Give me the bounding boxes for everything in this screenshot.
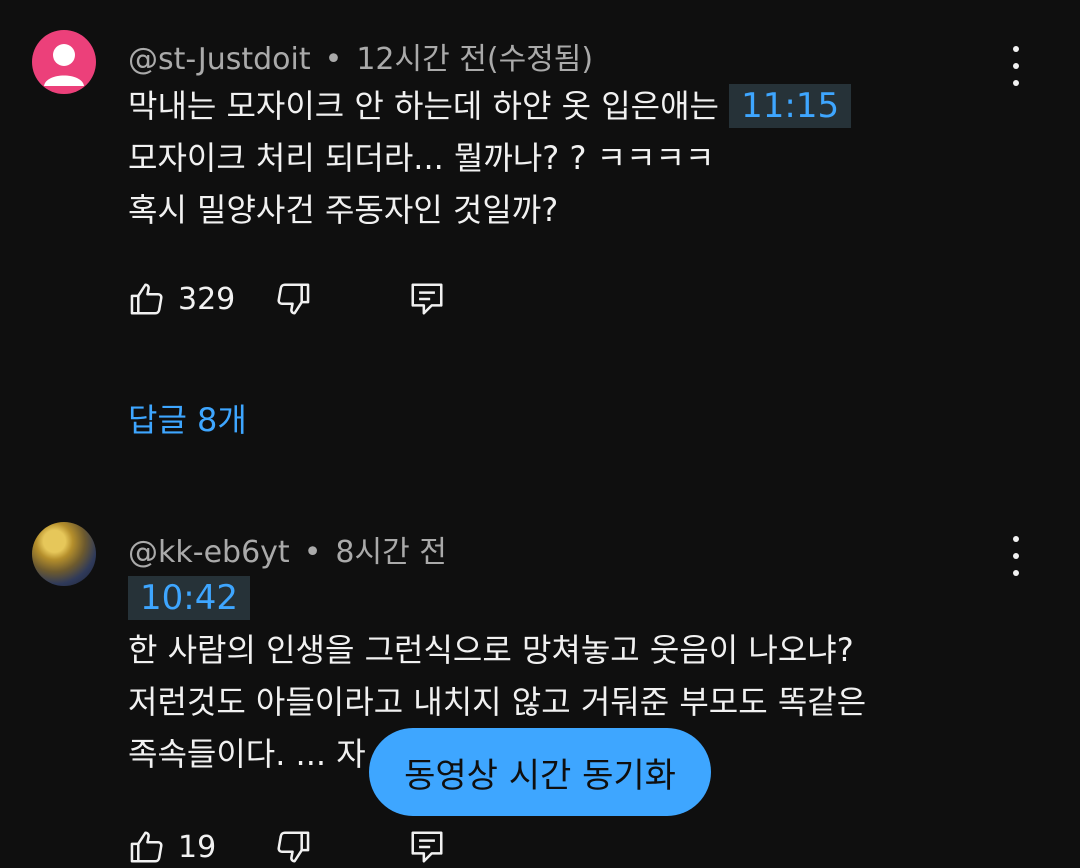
dislike-button[interactable] [274, 828, 312, 866]
sync-video-time-button[interactable]: 동영상 시간 동기화 [369, 728, 711, 816]
reply-button[interactable] [408, 828, 446, 866]
more-vert-dot [1013, 570, 1019, 576]
thumb-down-icon [277, 831, 310, 863]
more-options-button[interactable] [1000, 536, 1032, 576]
avatar[interactable] [32, 522, 96, 586]
thumb-up-icon [130, 831, 163, 863]
like-button[interactable]: 19 [128, 828, 216, 866]
comment-meta: @kk-eb6yt • 8시간 전 [128, 527, 447, 571]
meta-separator: • [303, 535, 322, 570]
reply-icon [411, 831, 443, 863]
comment-line: 10:42 [128, 572, 866, 624]
more-vert-icon [1013, 536, 1019, 542]
more-vert-dot [1013, 553, 1019, 559]
comment-actions: 19 [128, 828, 528, 868]
author-handle[interactable]: @kk-eb6yt [128, 535, 290, 570]
timestamp-link[interactable]: 10:42 [128, 576, 250, 620]
comment-line: 저런것도 아들이라고 내치지 않고 거둬준 부모도 똑같은 [128, 683, 867, 721]
like-count: 19 [178, 829, 217, 865]
comment-time: 8시간 전 [335, 535, 447, 570]
comment-line: 한 사람의 인생을 그런식으로 망쳐놓고 웃음이 나오냐? [128, 631, 854, 669]
